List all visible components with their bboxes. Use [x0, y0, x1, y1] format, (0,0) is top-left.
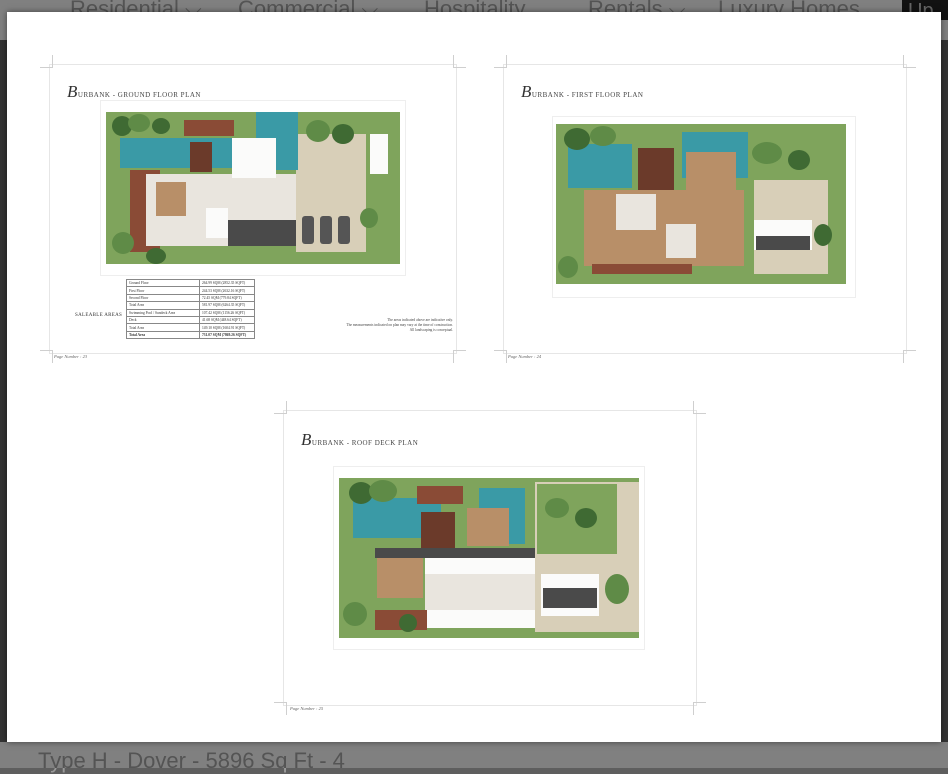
title-initial: B: [67, 82, 78, 101]
title-rest: URBANK - ROOF DECK PLAN: [311, 439, 419, 447]
crop-mark: [693, 702, 706, 715]
crop-mark: [453, 55, 466, 68]
crop-mark: [903, 350, 916, 363]
table-row: Swimming Pool / Sundeck Area 107.42 SQM (…: [126, 308, 255, 317]
crop-mark: [453, 350, 466, 363]
page-number: Page Number : 23: [54, 354, 88, 359]
title-initial: B: [301, 430, 312, 449]
title-rest: URBANK - FIRST FLOOR PLAN: [531, 91, 644, 99]
first-floor-plan-drawing: [556, 124, 846, 284]
ground-floor-title: BURBANK - GROUND FLOOR PLAN: [67, 82, 201, 102]
first-floor-title: BURBANK - FIRST FLOOR PLAN: [521, 82, 643, 102]
table-row: Total Area 581.97 SQM (6264.35 SQFT): [126, 301, 255, 310]
saleable-areas-label: SALEABLE AREAS: [75, 313, 123, 318]
page-number: Page Number : 24: [508, 354, 542, 359]
table-row: First Floor 244.53 SQM (2632.16 SQFT): [126, 286, 255, 295]
crop-mark: [40, 55, 53, 68]
roof-deck-title: BURBANK - ROOF DECK PLAN: [301, 430, 418, 450]
table-row: Ground Floor 264.99 SQM (2852.35 SQFT): [126, 278, 255, 288]
title-rest: URBANK - GROUND FLOOR PLAN: [77, 91, 201, 99]
lightbox-image: BURBANK - GROUND FLOOR PLAN Ground Floor…: [7, 12, 941, 742]
crop-mark: [494, 55, 507, 68]
crop-mark: [693, 401, 706, 414]
page-number: Page Number : 25: [290, 706, 324, 711]
crop-mark: [494, 350, 507, 363]
table-row: Total Area 149.10 SQM (1604.91 SQFT): [126, 323, 255, 332]
crop-mark: [40, 350, 53, 363]
ground-floor-plan-drawing: [106, 112, 400, 264]
table-row: Total Area 731.07 SQM (7869.26 SQFT): [126, 330, 255, 340]
note-line: All landscaping is conceptual.: [409, 328, 453, 333]
crop-mark: [274, 702, 287, 715]
plan-notes: The areas indicated above are indicative…: [311, 318, 453, 334]
table-row: Second Floor 72.45 SQM (779.84 SQFT): [126, 293, 255, 303]
crop-mark: [903, 55, 916, 68]
title-initial: B: [521, 82, 532, 101]
table-row: Deck 41.68 SQM (448.64 SQFT): [126, 315, 255, 325]
roof-deck-plan-drawing: [339, 478, 639, 638]
saleable-areas-table: Ground Floor 264.99 SQM (2852.35 SQFT) Fi…: [126, 278, 255, 340]
crop-mark: [274, 401, 287, 414]
